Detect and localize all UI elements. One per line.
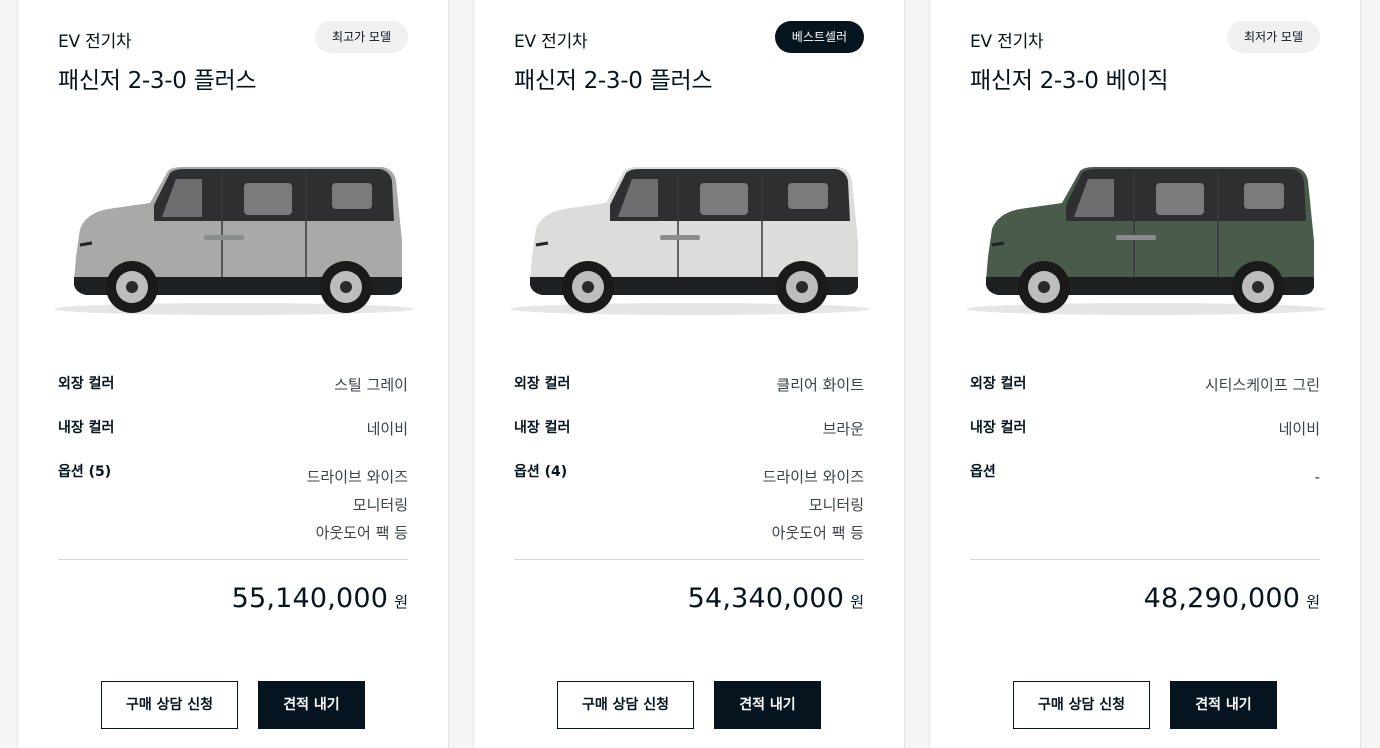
options-value: 드라이브 와이즈모니터링아웃도어 팩 등 bbox=[763, 463, 864, 547]
spec-row-exterior: 외장 컬러 클리어 화이트 bbox=[514, 373, 864, 417]
spec-list: 외장 컬러 클리어 화이트 내장 컬러 브라운 옵션 (4) 드라이브 와이즈모… bbox=[514, 373, 864, 547]
price: 54,340,000 원 bbox=[688, 583, 864, 614]
spec-row-options: 옵션 (4) 드라이브 와이즈모니터링아웃도어 팩 등 bbox=[514, 461, 864, 547]
price-unit: 원 bbox=[850, 593, 864, 611]
price-unit: 원 bbox=[394, 593, 408, 611]
interior-color-value: 네이비 bbox=[366, 420, 408, 438]
vehicle-category: EV 전기차 bbox=[514, 32, 588, 52]
price: 55,140,000 원 bbox=[232, 583, 408, 614]
get-quote-button[interactable]: 견적 내기 bbox=[1170, 681, 1277, 729]
spec-row-exterior: 외장 컬러 시티스케이프 그린 bbox=[970, 373, 1320, 417]
model-badge: 최저가 모델 bbox=[1226, 21, 1320, 53]
exterior-color-value: 클리어 화이트 bbox=[776, 376, 864, 394]
divider bbox=[970, 559, 1320, 560]
spec-row-exterior: 외장 컬러 스틸 그레이 bbox=[58, 373, 408, 417]
options-label: 옵션 (5) bbox=[58, 464, 112, 480]
get-quote-button[interactable]: 견적 내기 bbox=[714, 681, 821, 729]
option-item: 드라이브 와이즈 bbox=[762, 468, 864, 486]
price-amount: 48,290,000 bbox=[1143, 583, 1301, 614]
vehicle-category: EV 전기차 bbox=[58, 32, 132, 52]
model-title: 패신저 2-3-0 플러스 bbox=[514, 68, 713, 94]
spec-row-interior: 내장 컬러 네이비 bbox=[58, 417, 408, 461]
options-value: - bbox=[1315, 463, 1320, 491]
vehicle-category: EV 전기차 bbox=[970, 32, 1044, 52]
divider bbox=[58, 559, 408, 560]
exterior-color-value: 스틸 그레이 bbox=[334, 376, 408, 394]
spec-row-interior: 내장 컬러 네이비 bbox=[970, 417, 1320, 461]
car-image bbox=[54, 167, 414, 315]
spec-row-options: 옵션 (5) 드라이브 와이즈모니터링아웃도어 팩 등 bbox=[58, 461, 408, 547]
spec-row-options: 옵션 - bbox=[970, 461, 1320, 547]
option-item: 모니터링 bbox=[352, 496, 408, 514]
model-card: EV 전기차 베스트셀러 패신저 2-3-0 플러스 외장 컬러 클리어 화이트… bbox=[473, 0, 905, 748]
options-label: 옵션 bbox=[970, 464, 996, 480]
price: 48,290,000 원 bbox=[1144, 583, 1320, 614]
interior-color-label: 내장 컬러 bbox=[58, 420, 115, 436]
model-card: EV 전기차 최고가 모델 패신저 2-3-0 플러스 외장 컬러 스틸 그레이… bbox=[17, 0, 449, 748]
purchase-consult-button[interactable]: 구매 상담 신청 bbox=[1013, 681, 1150, 729]
exterior-color-label: 외장 컬러 bbox=[970, 376, 1027, 392]
option-item: 아웃도어 팩 등 bbox=[315, 524, 408, 542]
options-label: 옵션 (4) bbox=[514, 464, 568, 480]
model-badge: 베스트셀러 bbox=[774, 21, 864, 53]
get-quote-button[interactable]: 견적 내기 bbox=[258, 681, 365, 729]
car-image bbox=[966, 167, 1326, 315]
interior-color-value: 네이비 bbox=[1278, 420, 1320, 438]
option-item: - bbox=[1314, 468, 1320, 486]
model-card-list: EV 전기차 최고가 모델 패신저 2-3-0 플러스 외장 컬러 스틸 그레이… bbox=[0, 0, 1380, 748]
option-item: 모니터링 bbox=[808, 496, 864, 514]
model-title: 패신저 2-3-0 플러스 bbox=[58, 68, 257, 94]
divider bbox=[514, 559, 864, 560]
purchase-consult-button[interactable]: 구매 상담 신청 bbox=[101, 681, 238, 729]
car-image bbox=[510, 167, 870, 315]
model-badge: 최고가 모델 bbox=[314, 21, 408, 53]
exterior-color-value: 시티스케이프 그린 bbox=[1204, 376, 1320, 394]
option-item: 아웃도어 팩 등 bbox=[771, 524, 864, 542]
exterior-color-label: 외장 컬러 bbox=[58, 376, 115, 392]
interior-color-label: 내장 컬러 bbox=[514, 420, 571, 436]
price-amount: 55,140,000 bbox=[231, 583, 389, 614]
model-title: 패신저 2-3-0 베이직 bbox=[970, 68, 1169, 94]
options-value: 드라이브 와이즈모니터링아웃도어 팩 등 bbox=[307, 463, 408, 547]
spec-row-interior: 내장 컬러 브라운 bbox=[514, 417, 864, 461]
price-unit: 원 bbox=[1306, 593, 1320, 611]
model-card: EV 전기차 최저가 모델 패신저 2-3-0 베이직 외장 컬러 시티스케이프… bbox=[929, 0, 1361, 748]
price-amount: 54,340,000 bbox=[687, 583, 845, 614]
spec-list: 외장 컬러 시티스케이프 그린 내장 컬러 네이비 옵션 - bbox=[970, 373, 1320, 547]
spec-list: 외장 컬러 스틸 그레이 내장 컬러 네이비 옵션 (5) 드라이브 와이즈모니… bbox=[58, 373, 408, 547]
interior-color-label: 내장 컬러 bbox=[970, 420, 1027, 436]
interior-color-value: 브라운 bbox=[822, 420, 864, 438]
exterior-color-label: 외장 컬러 bbox=[514, 376, 571, 392]
option-item: 드라이브 와이즈 bbox=[306, 468, 408, 486]
purchase-consult-button[interactable]: 구매 상담 신청 bbox=[557, 681, 694, 729]
